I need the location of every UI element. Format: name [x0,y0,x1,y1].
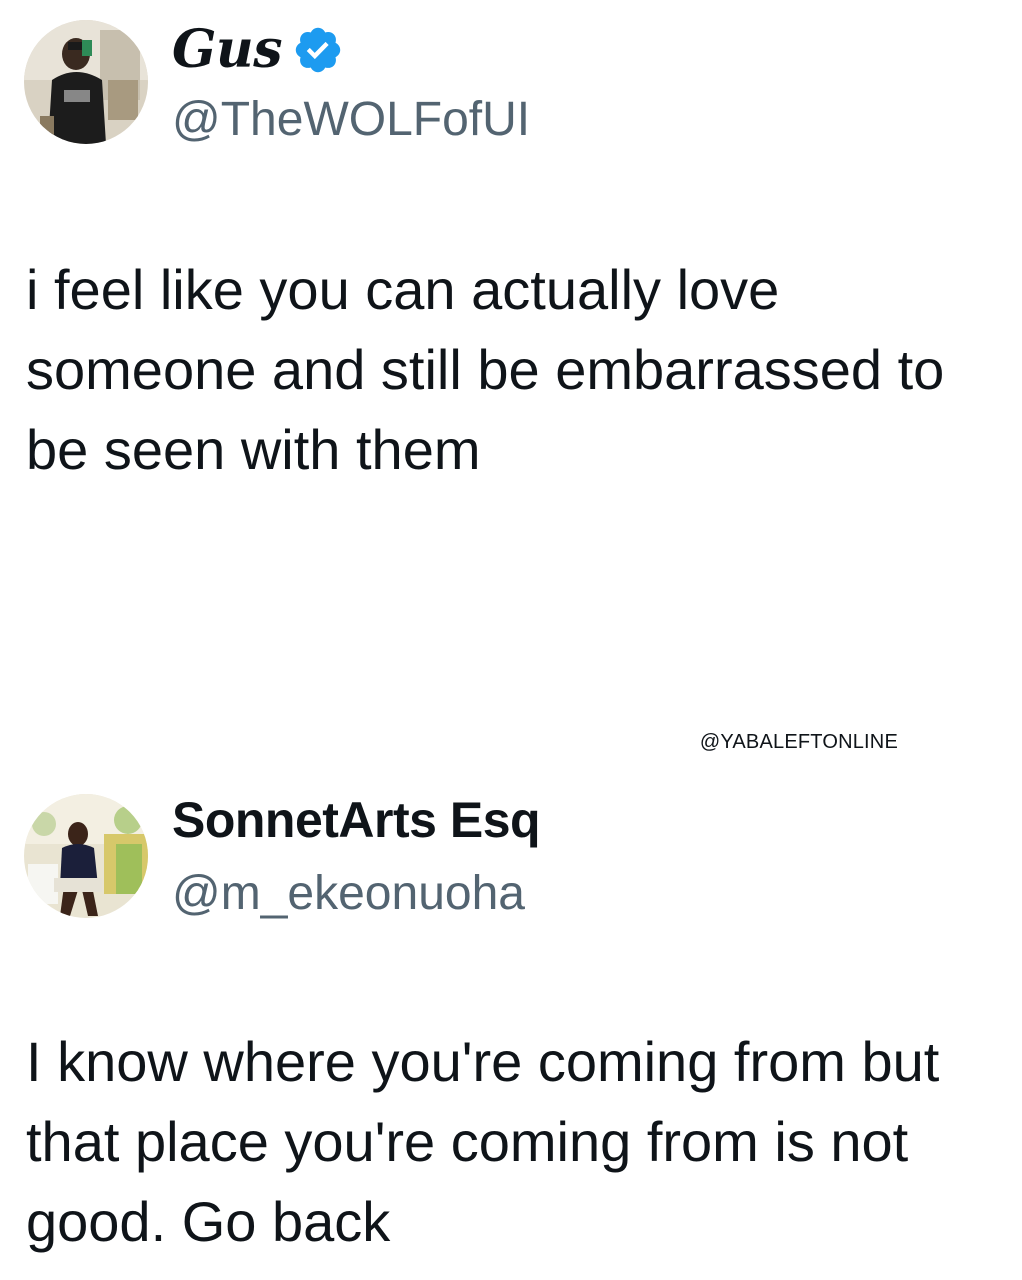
avatar-photo [24,794,148,918]
name-row: SonnetArts Esq [172,790,541,850]
verified-badge-icon [295,27,341,73]
user-handle[interactable]: @TheWOLFofUI [172,92,530,148]
name-row: Gus [172,20,344,80]
tweet-text: I know where you're coming from but that… [26,1030,940,1253]
avatar[interactable] [24,794,148,918]
avatar[interactable] [24,20,148,144]
display-name[interactable]: Gus [172,20,283,80]
avatar-photo [24,20,148,144]
tweet-text: i feel like you can actually love someon… [26,258,945,481]
user-handle[interactable]: @m_ekeonuoha [172,866,525,922]
display-name[interactable]: SonnetArts Esq [172,790,541,850]
watermark: @YABALEFTONLINE [699,731,898,753]
